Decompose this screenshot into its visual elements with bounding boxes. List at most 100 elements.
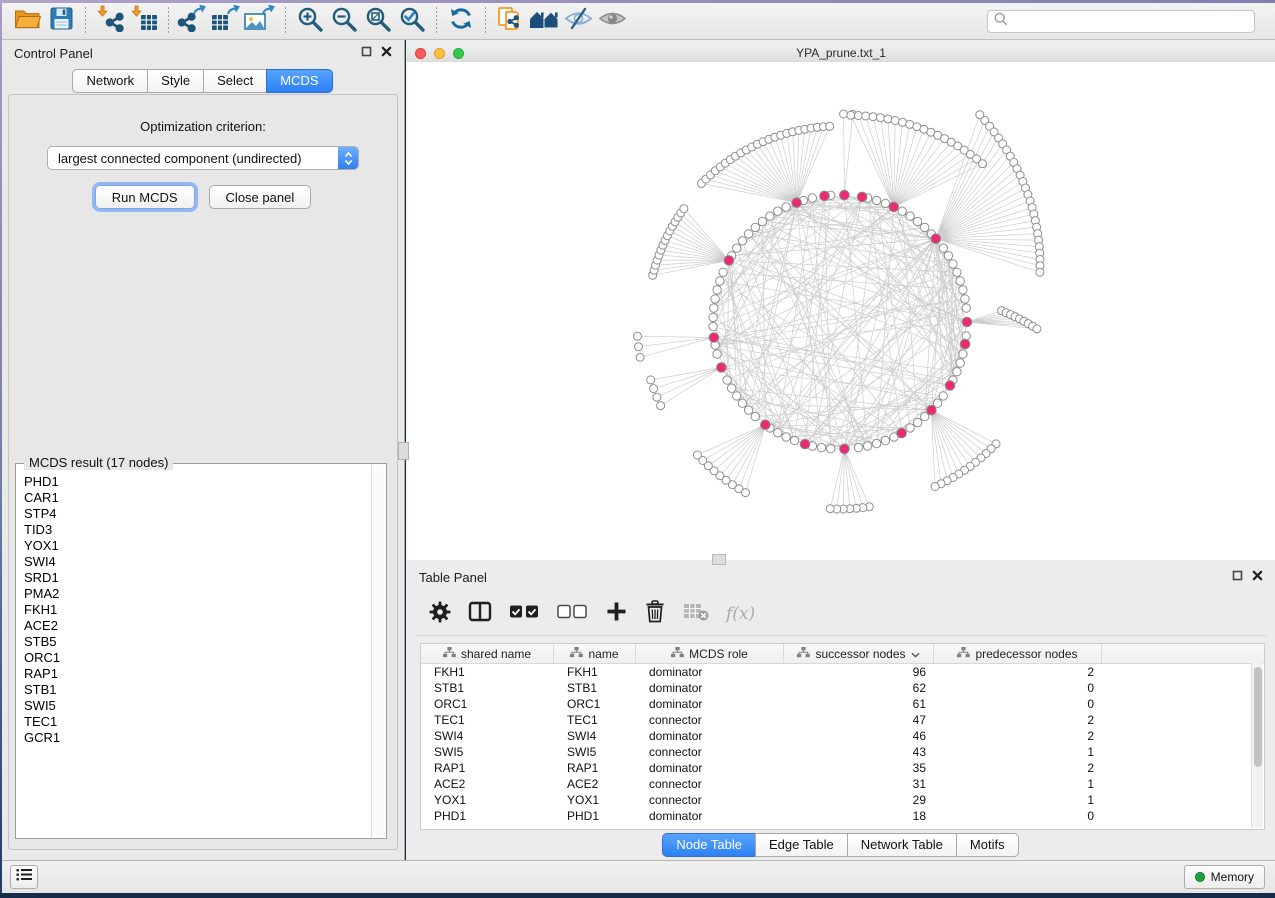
- mcds-result-item[interactable]: SWI4: [17, 554, 372, 570]
- add-button[interactable]: [605, 601, 627, 627]
- vertical-splitter-handle[interactable]: [398, 442, 409, 460]
- open-session-button[interactable]: [10, 6, 44, 36]
- select-all-icon: [509, 603, 540, 625]
- mcds-result-item[interactable]: SWI5: [17, 698, 372, 714]
- network-window-titlebar: YPA_prune.txt_1: [407, 44, 1275, 63]
- first-neighbors-button[interactable]: [527, 6, 561, 36]
- table-scrollbar[interactable]: [1251, 663, 1263, 828]
- table-row[interactable]: PHD1PHD1dominator180: [421, 808, 1264, 824]
- export-table-button[interactable]: [210, 6, 244, 36]
- cell-mcds-role: dominator: [636, 681, 784, 695]
- show-all-button[interactable]: [595, 6, 629, 36]
- float-panel-icon[interactable]: [361, 44, 372, 62]
- tab-node-table[interactable]: Node Table: [662, 833, 756, 857]
- mcds-result-item[interactable]: STP4: [17, 506, 372, 522]
- table-toolbar: f(x): [415, 593, 1267, 636]
- zoom-fit-icon: [365, 6, 392, 37]
- zoom-fit-button[interactable]: [361, 6, 395, 36]
- criterion-dropdown[interactable]: largest connected component (undirected): [47, 146, 359, 170]
- table-row[interactable]: YOX1YOX1connector291: [421, 792, 1264, 808]
- copy-network-button[interactable]: [493, 6, 527, 36]
- table-row[interactable]: TEC1TEC1connector472: [421, 712, 1264, 728]
- horizontal-splitter-handle[interactable]: [712, 554, 726, 565]
- close-panel-button[interactable]: Close panel: [209, 185, 312, 209]
- export-network-button[interactable]: [176, 6, 210, 36]
- memory-button[interactable]: Memory: [1184, 865, 1265, 889]
- column-header-successor-nodes[interactable]: successor nodes: [784, 644, 934, 663]
- network-window-title: YPA_prune.txt_1: [407, 46, 1275, 60]
- mcds-result-item[interactable]: YOX1: [17, 538, 372, 554]
- run-mcds-button[interactable]: Run MCDS: [95, 185, 195, 209]
- table-row[interactable]: SWI4SWI4dominator462: [421, 728, 1264, 744]
- table-row[interactable]: RAP1RAP1dominator352: [421, 760, 1264, 776]
- search-input[interactable]: [1008, 11, 1254, 31]
- close-panel-icon[interactable]: [1252, 568, 1263, 586]
- mcds-result-item[interactable]: FKH1: [17, 602, 372, 618]
- shared-column-icon: [570, 647, 583, 661]
- mcds-panel: Optimization criterion: largest connecte…: [8, 94, 398, 850]
- tab-edge-table[interactable]: Edge Table: [755, 833, 848, 857]
- cell-predecessor-nodes: 0: [934, 681, 1102, 695]
- task-history-button[interactable]: [10, 865, 38, 889]
- float-panel-icon[interactable]: [1232, 568, 1243, 586]
- mcds-result-item[interactable]: TEC1: [17, 714, 372, 730]
- table-scrollbar-thumb[interactable]: [1254, 667, 1262, 767]
- tab-network[interactable]: Network: [72, 69, 148, 93]
- mcds-result-item[interactable]: TID3: [17, 522, 372, 538]
- refresh-button[interactable]: [444, 6, 478, 36]
- mcds-result-item[interactable]: ACE2: [17, 618, 372, 634]
- graph-nodes[interactable]: [634, 110, 1045, 513]
- network-window: YPA_prune.txt_1: [407, 44, 1275, 560]
- save-session-button[interactable]: [44, 6, 78, 36]
- column-header-predecessor-nodes[interactable]: predecessor nodes: [934, 644, 1102, 663]
- result-scrollbar[interactable]: [371, 465, 385, 837]
- import-network-button[interactable]: [93, 6, 127, 36]
- tab-select[interactable]: Select: [203, 69, 267, 93]
- mcds-result-item[interactable]: CAR1: [17, 490, 372, 506]
- table-row[interactable]: STB1STB1dominator620: [421, 680, 1264, 696]
- zoom-in-button[interactable]: [293, 6, 327, 36]
- column-header-mcds-role[interactable]: MCDS role: [636, 644, 784, 663]
- zoom-selected-button[interactable]: [395, 6, 429, 36]
- table-row[interactable]: FKH1FKH1dominator962: [421, 664, 1264, 680]
- tab-mcds[interactable]: MCDS: [266, 69, 332, 93]
- import-network-icon: [95, 5, 125, 37]
- table-row[interactable]: ORC1ORC1dominator610: [421, 696, 1264, 712]
- show-columns-button[interactable]: [468, 601, 492, 627]
- delete-button[interactable]: [644, 601, 666, 627]
- mcds-result-item[interactable]: STB1: [17, 682, 372, 698]
- column-header-name[interactable]: name: [554, 644, 636, 663]
- cell-mcds-role: connector: [636, 713, 784, 727]
- cell-predecessor-nodes: 1: [934, 793, 1102, 807]
- export-image-button[interactable]: [244, 6, 278, 36]
- table-row[interactable]: ACE2ACE2connector311: [421, 776, 1264, 792]
- mcds-result-item[interactable]: ORC1: [17, 650, 372, 666]
- mcds-result-item[interactable]: SRD1: [17, 570, 372, 586]
- network-canvas[interactable]: [407, 62, 1275, 560]
- mcds-result-item[interactable]: PHD1: [17, 474, 372, 490]
- select-all-button[interactable]: [509, 601, 540, 627]
- cell-mcds-role: dominator: [636, 761, 784, 775]
- close-panel-icon[interactable]: [381, 44, 392, 62]
- add-icon: [606, 601, 627, 627]
- hide-selected-button[interactable]: [561, 6, 595, 36]
- settings-button[interactable]: [429, 601, 451, 627]
- import-table-button[interactable]: [127, 6, 161, 36]
- toolbar-separator: [85, 7, 86, 35]
- tab-motifs[interactable]: Motifs: [956, 833, 1019, 857]
- cell-mcds-role: connector: [636, 793, 784, 807]
- table-row[interactable]: SWI5SWI5connector431: [421, 744, 1264, 760]
- cell-predecessor-nodes: 0: [934, 697, 1102, 711]
- mcds-result-item[interactable]: GCR1: [17, 730, 372, 746]
- criterion-value: largest connected component (undirected): [48, 151, 338, 166]
- zoom-out-button[interactable]: [327, 6, 361, 36]
- deselect-all-button[interactable]: [557, 601, 588, 627]
- search-box[interactable]: [987, 10, 1255, 33]
- tab-style[interactable]: Style: [147, 69, 204, 93]
- mcds-result-item[interactable]: RAP1: [17, 666, 372, 682]
- mcds-result-item[interactable]: PMA2: [17, 586, 372, 602]
- column-header-shared-name[interactable]: shared name: [421, 644, 554, 663]
- cell-mcds-role: dominator: [636, 809, 784, 823]
- tab-network-table[interactable]: Network Table: [847, 833, 957, 857]
- mcds-result-item[interactable]: STB5: [17, 634, 372, 650]
